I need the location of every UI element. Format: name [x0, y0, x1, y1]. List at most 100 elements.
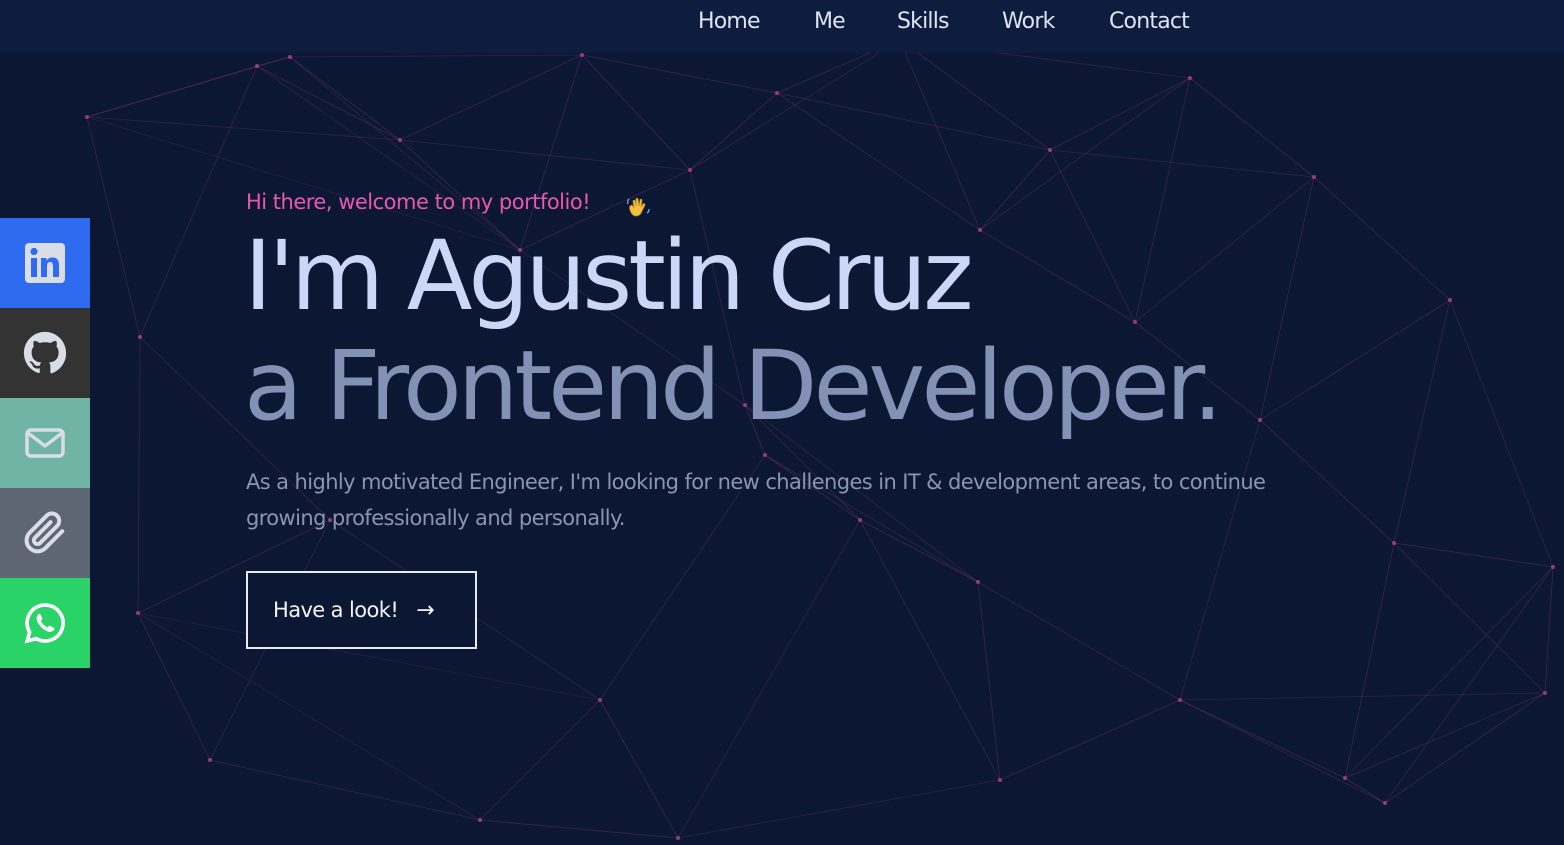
network-line	[979, 149, 1051, 231]
network-node	[1188, 76, 1192, 80]
network-line	[479, 699, 601, 821]
network-node	[288, 55, 292, 59]
network-line	[1384, 692, 1546, 804]
have-a-look-label: Have a look!	[273, 598, 399, 622]
network-node	[1392, 541, 1396, 545]
network-node	[1048, 148, 1052, 152]
network-node	[998, 778, 1002, 782]
network-line	[979, 229, 1136, 323]
network-node	[1178, 698, 1182, 702]
network-line	[977, 581, 1181, 701]
network-node	[1543, 691, 1547, 695]
network-node	[478, 818, 482, 822]
network-line	[677, 519, 861, 839]
network-node	[138, 335, 142, 339]
network-line	[599, 699, 679, 839]
network-line	[86, 56, 291, 118]
nav-work[interactable]: Work	[1002, 9, 1055, 34]
hero-description: As a highly motivated Engineer, I'm look…	[246, 470, 1266, 530]
whatsapp-icon	[24, 603, 65, 644]
linkedin-icon	[25, 243, 65, 283]
network-line	[689, 92, 778, 171]
mail-icon	[25, 428, 65, 458]
network-node	[1343, 776, 1347, 780]
nav-contact[interactable]: Contact	[1109, 9, 1190, 34]
network-node	[580, 53, 584, 57]
network-node	[398, 138, 402, 142]
network-line	[899, 39, 981, 231]
top-navigation: Home Me Skills Work Contact	[0, 0, 1564, 53]
network-line	[977, 581, 1001, 781]
network-line	[979, 77, 1191, 231]
network-line	[776, 92, 981, 231]
network-line	[256, 65, 401, 141]
network-line	[581, 54, 691, 171]
network-line	[999, 699, 1181, 781]
network-line	[1179, 699, 1386, 804]
network-node	[598, 698, 602, 702]
network-node	[136, 611, 140, 615]
network-node	[1551, 565, 1555, 569]
nav-skills[interactable]: Skills	[897, 9, 950, 34]
nav-me[interactable]: Me	[814, 9, 846, 34]
resume-link[interactable]	[0, 488, 90, 578]
network-line	[1049, 149, 1136, 323]
network-node	[688, 168, 692, 172]
network-line	[137, 336, 141, 614]
network-line	[677, 779, 1001, 839]
network-line	[1344, 566, 1554, 779]
network-node	[1312, 175, 1316, 179]
network-line	[1313, 176, 1451, 301]
network-line	[1134, 77, 1191, 323]
network-node	[1383, 801, 1387, 805]
network-line	[859, 519, 1001, 781]
network-line	[1259, 176, 1315, 421]
network-line	[1179, 419, 1261, 701]
network-line	[1259, 299, 1451, 421]
network-line	[1049, 77, 1191, 151]
network-line	[1393, 542, 1554, 568]
network-node	[775, 91, 779, 95]
have-a-look-button[interactable]: Have a look! →	[246, 571, 477, 649]
network-line	[1344, 692, 1546, 779]
network-line	[581, 54, 778, 94]
network-node	[976, 580, 980, 584]
network-line	[1179, 699, 1346, 779]
network-line	[86, 116, 401, 141]
greeting-text: Hi there, welcome to my portfolio!	[246, 190, 591, 214]
hero-name-heading: I'm Agustin Cruz	[244, 220, 974, 332]
network-line	[689, 39, 901, 171]
network-node	[676, 836, 680, 840]
github-link[interactable]	[0, 308, 90, 398]
network-node	[978, 228, 982, 232]
linkedin-link[interactable]	[0, 218, 90, 308]
network-line	[139, 65, 258, 338]
network-line	[209, 759, 481, 821]
nav-home[interactable]: Home	[698, 9, 761, 34]
whatsapp-link[interactable]	[0, 578, 90, 668]
network-line	[1049, 149, 1315, 178]
network-line	[1449, 299, 1554, 568]
paperclip-icon	[24, 511, 65, 554]
network-node	[255, 64, 259, 68]
email-link[interactable]	[0, 398, 90, 488]
network-line	[776, 92, 1051, 151]
network-line	[1344, 777, 1386, 804]
network-line	[1384, 566, 1554, 804]
network-line	[1134, 176, 1315, 323]
network-line	[1544, 566, 1554, 694]
network-line	[1189, 77, 1315, 178]
network-line	[1393, 299, 1451, 544]
hero-role-heading: a Frontend Developer.	[244, 330, 1223, 442]
network-node	[1133, 320, 1137, 324]
page: Home Me Skills Work Contact Hi there, we…	[0, 0, 1564, 845]
network-node	[1258, 418, 1262, 422]
network-line	[399, 139, 691, 171]
network-node	[1448, 298, 1452, 302]
network-node	[763, 453, 767, 457]
network-line	[289, 54, 583, 58]
network-line	[86, 116, 141, 338]
waving-hand-icon	[627, 197, 650, 217]
network-line	[399, 54, 583, 141]
network-line	[1393, 542, 1546, 694]
